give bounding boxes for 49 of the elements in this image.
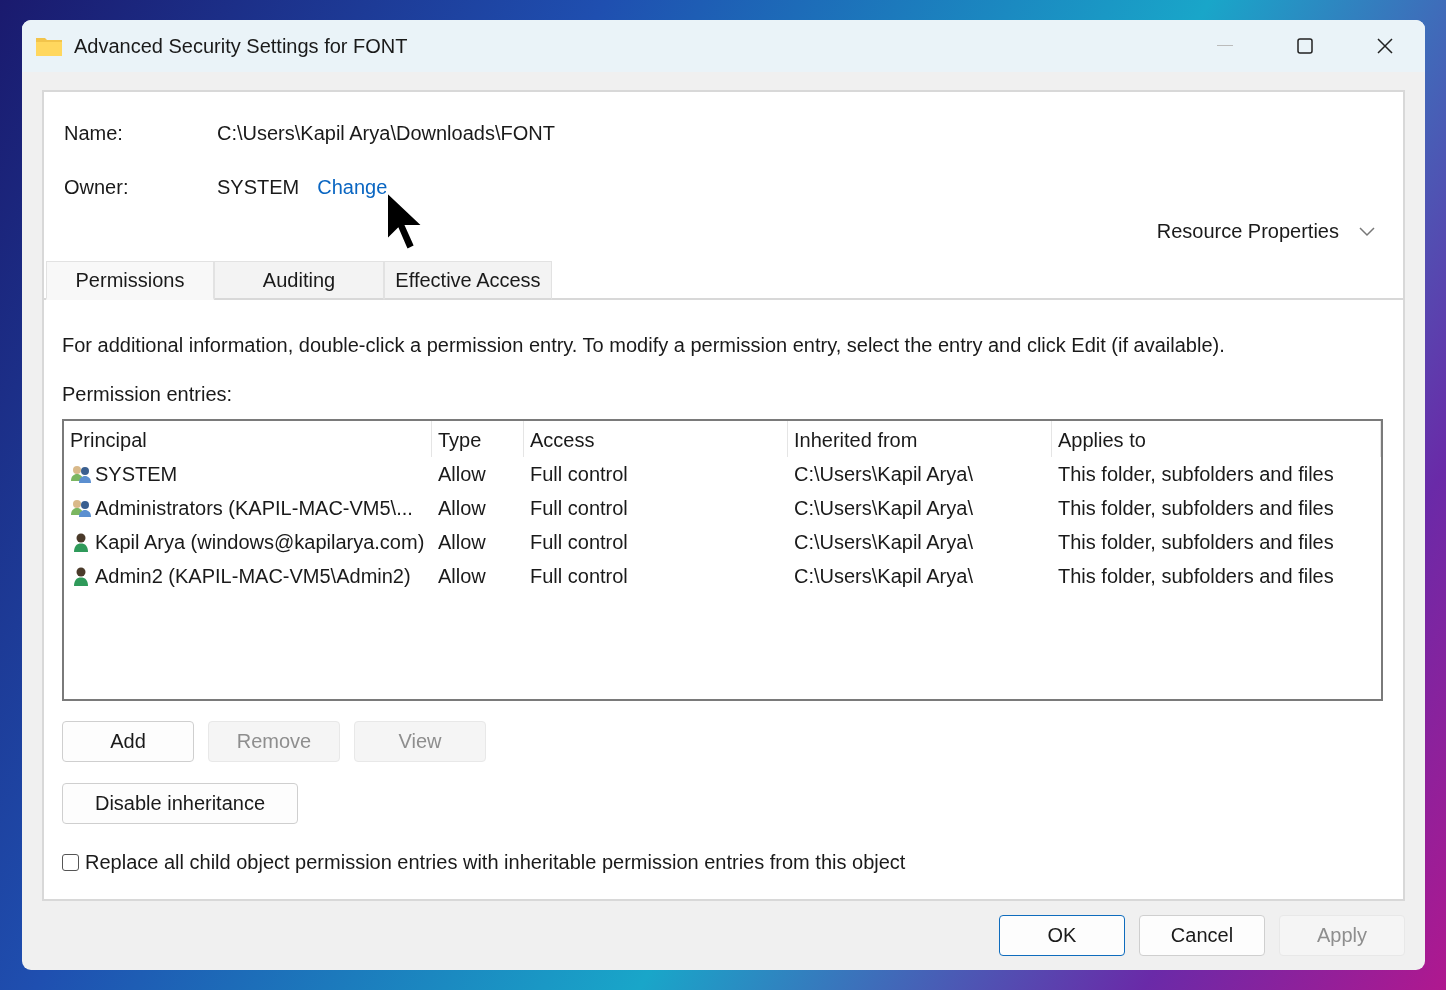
tab[interactable]: Auditing (214, 261, 384, 300)
checkbox[interactable] (62, 854, 79, 871)
info-text: For additional information, double-click a permission entry. To modify a permission entry, select the entry and click Edit (if available). (62, 334, 1226, 357)
table-cell: C:\Users\Kapil Arya\ (794, 530, 973, 554)
column-header[interactable]: Access (524, 421, 788, 457)
column-header[interactable]: Applies to (1052, 421, 1381, 457)
principal-text: Administrators (KAPIL-MAC-VM5\... (95, 496, 413, 520)
table-cell: Allow (438, 530, 486, 554)
table-cell: Allow (438, 564, 486, 588)
table-cell: This folder, subfolders and files (1058, 496, 1334, 520)
maximize-icon[interactable] (1297, 38, 1313, 54)
dialog-button[interactable]: Cancel (1139, 915, 1265, 956)
checkbox-label[interactable]: Replace all child object permission entries with inheritable permission entries from this object (85, 851, 906, 874)
table-cell: Full control (530, 462, 628, 486)
resource-properties-label[interactable]: Resource Properties (1156, 220, 1339, 243)
table-cell: Allow (438, 496, 486, 520)
table-cell: C:\Users\Kapil Arya\ (794, 462, 973, 486)
table-cell: Full control (530, 564, 628, 588)
table-cell: Allow (438, 462, 486, 486)
folder-icon (36, 36, 62, 56)
table-cell: This folder, subfolders and files (1058, 564, 1334, 588)
dialog-button[interactable]: OK (999, 915, 1125, 956)
column-header[interactable]: Inherited from (788, 421, 1052, 457)
table-cell: C:\Users\Kapil Arya\ (794, 496, 973, 520)
table-cell: Full control (530, 496, 628, 520)
user-group-icon (70, 498, 92, 518)
window-title: Advanced Security Settings for FONT (74, 34, 409, 58)
principal-text: Kapil Arya (windows@kapilarya.com) (95, 530, 425, 554)
close-icon[interactable] (1377, 38, 1393, 54)
column-header[interactable]: Principal (64, 421, 432, 457)
table-cell: This folder, subfolders and files (1058, 462, 1334, 486)
table-cell: Full control (530, 530, 628, 554)
user-group-icon (70, 464, 92, 484)
table-cell: This folder, subfolders and files (1058, 530, 1334, 554)
name-value: C:\Users\Kapil Arya\Downloads\FONT (217, 122, 555, 145)
owner-value: SYSTEM (217, 176, 300, 199)
principal-text: Admin2 (KAPIL-MAC-VM5\Admin2) (95, 564, 411, 588)
principal-text: SYSTEM (95, 462, 178, 486)
column-header[interactable]: Type (432, 421, 524, 457)
tab[interactable]: Permissions (46, 261, 214, 300)
entry-button[interactable]: Add (62, 721, 194, 762)
chevron-icon[interactable] (1359, 226, 1375, 237)
owner-label: Owner: (64, 176, 130, 199)
table-cell: C:\Users\Kapil Arya\ (794, 564, 973, 588)
tab[interactable]: Effective Access (384, 261, 552, 300)
disable-inheritance-button[interactable]: Disable inheritance (62, 783, 298, 824)
entries-label: Permission entries: (62, 383, 234, 406)
name-label: Name: (64, 122, 124, 145)
change-link[interactable]: Change (317, 176, 388, 199)
